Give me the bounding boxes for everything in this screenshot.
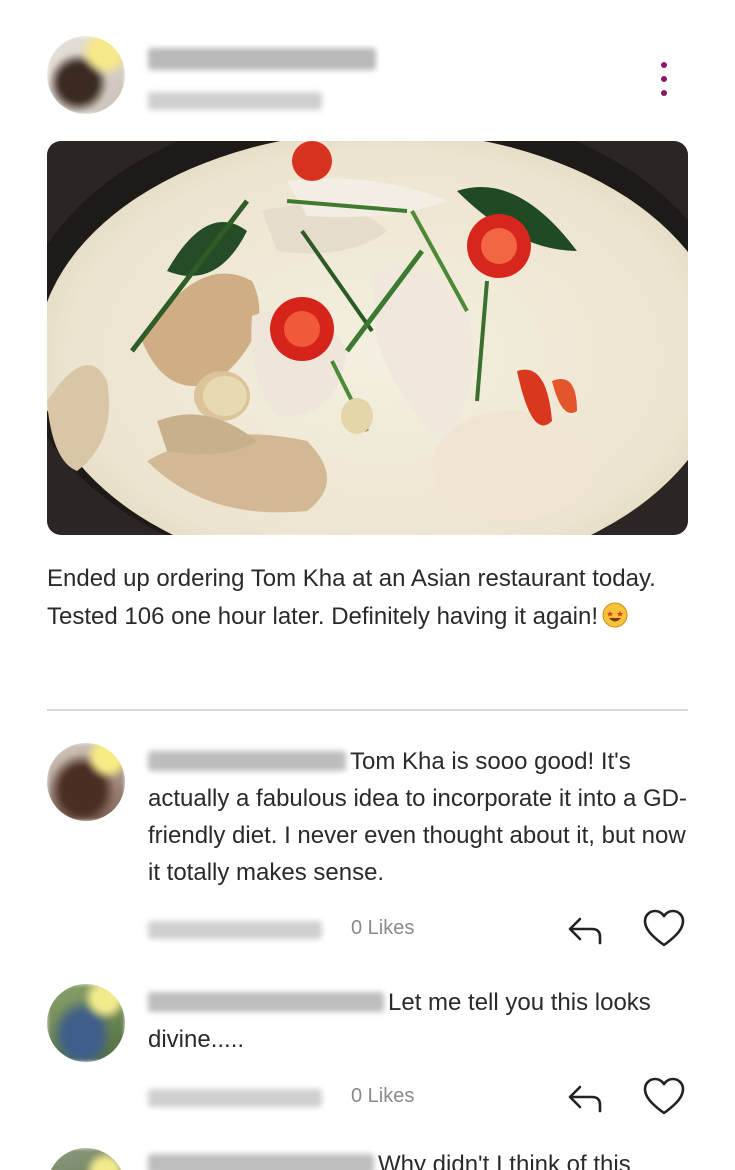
post-body: Ended up ordering Tom Kha at an Asian re… [47, 560, 697, 636]
comment: Why didn't I think of this [148, 1146, 688, 1170]
star-eyes-emoji-icon [602, 602, 628, 628]
commenter-name-redacted[interactable] [148, 751, 346, 771]
comment-text: Why didn't I think of this [378, 1151, 631, 1170]
likes-count: 0 Likes [351, 1085, 415, 1107]
comment: Tom Kha is sooo good! It's actually a fa… [148, 743, 688, 891]
tom-kha-soup-image [47, 141, 688, 535]
comment-timestamp-redacted [148, 1089, 322, 1107]
reply-arrow-icon[interactable] [566, 1079, 606, 1115]
post-timestamp-redacted [148, 92, 322, 110]
vertical-ellipsis-icon[interactable] [652, 58, 676, 100]
comment: Let me tell you this looks divine..... [148, 984, 688, 1058]
heart-outline-icon[interactable] [642, 1077, 686, 1117]
heart-outline-icon[interactable] [642, 909, 686, 949]
commenter-name-redacted[interactable] [148, 1154, 374, 1170]
likes-count: 0 Likes [351, 917, 415, 939]
commenter-name-redacted[interactable] [148, 992, 384, 1012]
reply-arrow-icon[interactable] [566, 911, 606, 947]
divider [47, 709, 688, 711]
author-name-redacted[interactable] [148, 48, 376, 70]
author-avatar[interactable] [47, 36, 125, 114]
commenter-avatar[interactable] [47, 743, 125, 821]
comment-timestamp-redacted [148, 921, 322, 939]
commenter-avatar[interactable] [47, 984, 125, 1062]
post-photo[interactable] [47, 141, 688, 535]
post-text: Ended up ordering Tom Kha at an Asian re… [47, 565, 656, 630]
commenter-avatar[interactable] [47, 1148, 125, 1170]
